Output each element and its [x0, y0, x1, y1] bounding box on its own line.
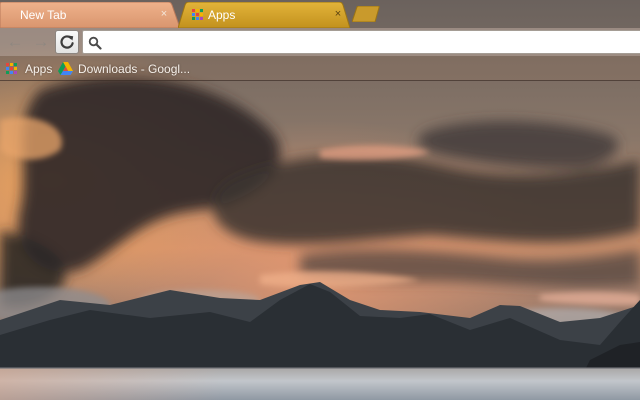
tab-new-tab[interactable]: New Tab × [0, 2, 180, 28]
tab-title: New Tab [20, 8, 67, 22]
apps-grid-icon [192, 9, 204, 21]
tab-close-icon[interactable]: × [332, 8, 344, 20]
apps-grid-icon [6, 63, 18, 75]
bookmark-downloads-google-drive[interactable]: Downloads - Googl... [58, 60, 190, 77]
tab-apps[interactable]: Apps × [178, 2, 350, 28]
tab-strip: New Tab × Apps × [0, 0, 640, 28]
back-button[interactable]: ← [4, 31, 26, 53]
bookmarks-bar: Apps Downloads - Googl... [0, 56, 640, 81]
browser-toolbar: ← → [0, 28, 640, 56]
omnibox-input[interactable] [107, 33, 627, 51]
google-drive-icon [58, 62, 73, 75]
tab-close-icon[interactable]: × [158, 8, 170, 20]
tab-title: Apps [208, 8, 236, 22]
bookmark-apps[interactable]: Apps [6, 60, 54, 77]
reload-button[interactable] [55, 30, 79, 54]
new-tab-button[interactable] [352, 6, 380, 22]
forward-button[interactable]: → [30, 31, 52, 53]
bookmark-label: Apps [25, 62, 53, 76]
new-tab-icon [352, 6, 380, 22]
reload-icon [60, 35, 74, 49]
omnibox[interactable] [82, 30, 640, 54]
search-icon [88, 36, 102, 50]
bookmark-label: Downloads - Googl... [78, 62, 191, 76]
